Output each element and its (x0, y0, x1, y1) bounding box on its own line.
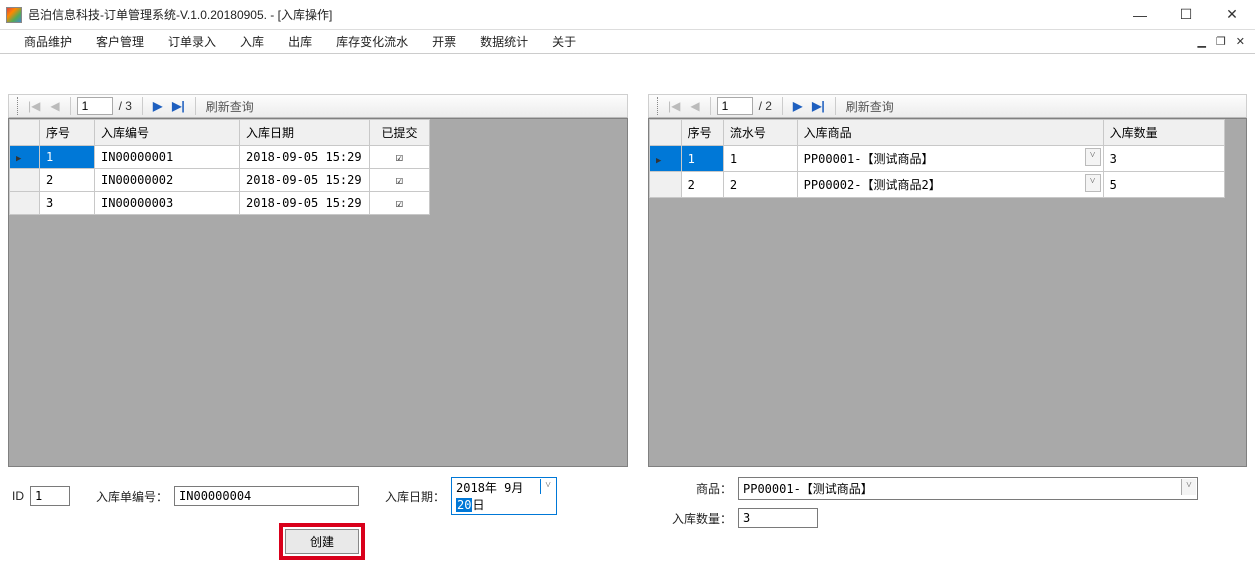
col-seq[interactable]: 序号 (40, 120, 95, 146)
row-indicator-icon (10, 192, 40, 215)
row-indicator-icon (650, 172, 682, 198)
refresh-button[interactable]: 刷新查询 (842, 96, 898, 117)
product-label: 商品： (672, 480, 732, 497)
menu-item[interactable]: 数据统计 (468, 30, 540, 53)
qty-label: 入库数量： (672, 510, 732, 527)
window-title: 邑泊信息科技-订单管理系统-V.1.0.20180905. - [入库操作] (28, 6, 1117, 23)
workspace: |◀ ◀ / 3 ▶ ▶| 刷新查询 序号 入库编号 入库日期 (0, 54, 1255, 580)
menu-item[interactable]: 商品维护 (12, 30, 84, 53)
col-date[interactable]: 入库日期 (240, 120, 370, 146)
col-product[interactable]: 入库商品 (797, 120, 1103, 146)
table-row[interactable]: 2 2 PP00002-【测试商品2】 5 (650, 172, 1225, 198)
table-row[interactable]: 1 IN00000001 2018-09-05 15:29 ☑ (10, 146, 430, 169)
cell-submitted[interactable]: ☑ (370, 146, 430, 169)
cell-submitted[interactable]: ☑ (370, 169, 430, 192)
product-dropdown[interactable]: PP00001-【测试商品】 (738, 477, 1198, 500)
menu-item[interactable]: 入库 (228, 30, 276, 53)
col-seq[interactable]: 序号 (681, 120, 723, 146)
mdi-minimize-icon[interactable]: ▁ (1195, 33, 1207, 50)
menu-item[interactable]: 开票 (420, 30, 468, 53)
row-header-blank (650, 120, 682, 146)
row-indicator-icon (650, 146, 682, 172)
cell-code[interactable]: IN00000001 (95, 146, 240, 169)
title-bar: 邑泊信息科技-订单管理系统-V.1.0.20180905. - [入库操作] —… (0, 0, 1255, 30)
cell-qty[interactable]: 3 (1103, 146, 1224, 172)
left-navigator: |◀ ◀ / 3 ▶ ▶| 刷新查询 (8, 94, 628, 118)
right-panel: |◀ ◀ / 2 ▶ ▶| 刷新查询 序号 流水号 入库商品 (648, 94, 1247, 467)
left-panel: |◀ ◀ / 3 ▶ ▶| 刷新查询 序号 入库编号 入库日期 (8, 94, 628, 467)
mdi-restore-icon[interactable]: ❐ (1214, 33, 1228, 50)
row-indicator-icon (10, 146, 40, 169)
cell-code[interactable]: IN00000003 (95, 192, 240, 215)
mdi-controls: ▁ ❐ ✕ (1195, 33, 1255, 50)
col-submitted[interactable]: 已提交 (370, 120, 430, 146)
footer-area: ID 入库单编号： 入库日期： 2018年 9月 20日 创建 商品： (0, 467, 1255, 580)
qty-input[interactable] (738, 508, 818, 528)
cell-seq[interactable]: 1 (681, 146, 723, 172)
window-controls: — ☐ ✕ (1117, 0, 1255, 29)
last-page-icon[interactable]: ▶| (168, 97, 189, 115)
id-label: ID (12, 489, 24, 503)
date-label: 入库日期： (385, 488, 445, 505)
first-page-icon[interactable]: |◀ (664, 97, 684, 115)
prev-page-icon[interactable]: ◀ (686, 97, 703, 115)
prev-page-icon[interactable]: ◀ (46, 97, 63, 115)
create-button[interactable]: 创建 (285, 529, 359, 554)
menu-item[interactable]: 库存变化流水 (324, 30, 420, 53)
date-highlight: 20 (456, 498, 472, 512)
next-page-icon[interactable]: ▶ (149, 97, 166, 115)
col-code[interactable]: 入库编号 (95, 120, 240, 146)
menu-item[interactable]: 关于 (540, 30, 588, 53)
cell-qty[interactable]: 5 (1103, 172, 1224, 198)
cell-product[interactable]: PP00001-【测试商品】 (797, 146, 1103, 172)
menu-item[interactable]: 客户管理 (84, 30, 156, 53)
cell-seq[interactable]: 2 (681, 172, 723, 198)
cell-submitted[interactable]: ☑ (370, 192, 430, 215)
code-label: 入库单编号： (96, 488, 168, 505)
page-current-input[interactable] (77, 97, 113, 115)
cell-seq[interactable]: 1 (40, 146, 95, 169)
app-icon (6, 7, 22, 23)
menu-item[interactable]: 订单录入 (156, 30, 228, 53)
close-button[interactable]: ✕ (1209, 0, 1255, 29)
product-value: PP00001-【测试商品】 (743, 482, 873, 496)
right-grid[interactable]: 序号 流水号 入库商品 入库数量 1 1 PP00001-【测试商品】 3 (648, 118, 1247, 467)
menu-bar: 商品维护 客户管理 订单录入 入库 出库 库存变化流水 开票 数据统计 关于 ▁… (0, 30, 1255, 54)
cell-code[interactable]: IN00000002 (95, 169, 240, 192)
maximize-button[interactable]: ☐ (1163, 0, 1209, 29)
col-qty[interactable]: 入库数量 (1103, 120, 1224, 146)
first-page-icon[interactable]: |◀ (24, 97, 44, 115)
cell-date[interactable]: 2018-09-05 15:29 (240, 192, 370, 215)
id-input[interactable] (30, 486, 70, 506)
cell-flow[interactable]: 2 (723, 172, 797, 198)
last-page-icon[interactable]: ▶| (808, 97, 829, 115)
page-total: / 3 (115, 99, 136, 113)
page-current-input[interactable] (717, 97, 753, 115)
right-navigator: |◀ ◀ / 2 ▶ ▶| 刷新查询 (648, 94, 1247, 118)
row-indicator-icon (10, 169, 40, 192)
cell-seq[interactable]: 2 (40, 169, 95, 192)
code-input[interactable] (174, 486, 359, 506)
highlight-frame: 创建 (279, 523, 365, 560)
table-row[interactable]: 3 IN00000003 2018-09-05 15:29 ☑ (10, 192, 430, 215)
cell-date[interactable]: 2018-09-05 15:29 (240, 146, 370, 169)
col-flow[interactable]: 流水号 (723, 120, 797, 146)
cell-product[interactable]: PP00002-【测试商品2】 (797, 172, 1103, 198)
cell-date[interactable]: 2018-09-05 15:29 (240, 169, 370, 192)
date-prefix: 2018年 9月 (456, 481, 523, 495)
next-page-icon[interactable]: ▶ (789, 97, 806, 115)
refresh-button[interactable]: 刷新查询 (202, 96, 258, 117)
left-grid[interactable]: 序号 入库编号 入库日期 已提交 1 IN00000001 2018-09-05… (8, 118, 628, 467)
cell-flow[interactable]: 1 (723, 146, 797, 172)
row-header-blank (10, 120, 40, 146)
minimize-button[interactable]: — (1117, 0, 1163, 29)
page-total: / 2 (755, 99, 776, 113)
table-row[interactable]: 2 IN00000002 2018-09-05 15:29 ☑ (10, 169, 430, 192)
date-suffix: 日 (472, 498, 484, 512)
cell-seq[interactable]: 3 (40, 192, 95, 215)
menu-item[interactable]: 出库 (276, 30, 324, 53)
table-row[interactable]: 1 1 PP00001-【测试商品】 3 (650, 146, 1225, 172)
mdi-close-icon[interactable]: ✕ (1234, 33, 1247, 50)
date-picker[interactable]: 2018年 9月 20日 (451, 477, 557, 515)
